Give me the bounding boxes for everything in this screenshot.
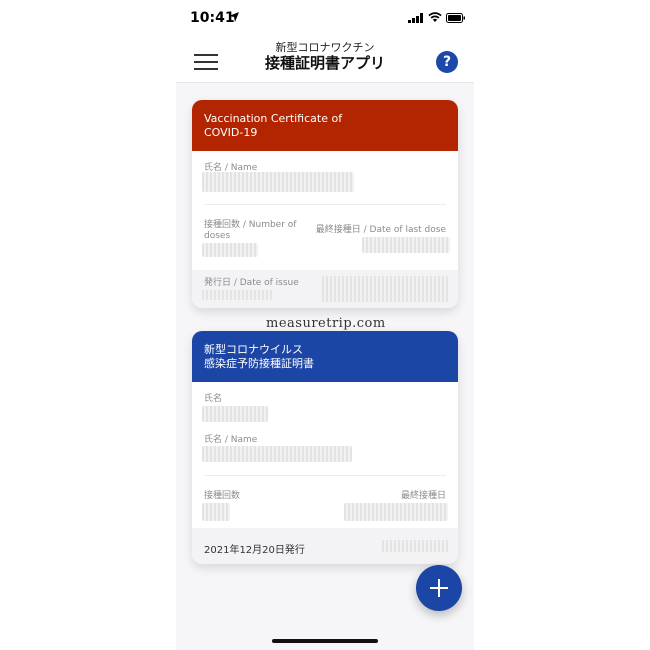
- location-arrow-icon: [229, 12, 239, 22]
- last-dose-label: 最終接種日 / Date of last dose: [315, 225, 446, 235]
- last-dose-value-redacted: [344, 503, 448, 521]
- card-footer: 発行日 / Date of issue: [192, 270, 458, 308]
- cellular-signal-icon: [408, 13, 423, 23]
- certificate-card-domestic[interactable]: 新型コロナウイルス 感染症予防接種証明書 氏名 氏名 / Name 接種回数 最…: [192, 331, 458, 564]
- name-jp-value-redacted: [202, 406, 268, 422]
- name-label: 氏名 / Name: [204, 435, 258, 445]
- issue-label: 発行日 / Date of issue: [204, 278, 299, 288]
- divider: [204, 475, 446, 476]
- doses-label-line1: 接種回数 / Number of: [204, 220, 297, 230]
- last-dose-value-redacted: [362, 237, 450, 253]
- app-header: 新型コロナワクチン 接種証明書アプリ ?: [176, 34, 474, 83]
- qr-preview-redacted: [322, 276, 448, 302]
- app-title: 接種証明書アプリ: [264, 54, 385, 72]
- certificate-card-international[interactable]: Vaccination Certificate of COVID-19 氏名 /…: [192, 100, 458, 308]
- last-dose-label: 最終接種日: [400, 491, 446, 501]
- add-certificate-button[interactable]: [416, 565, 462, 611]
- footer-value-redacted: [382, 540, 450, 552]
- watermark-text: measuretrip.com: [266, 316, 386, 331]
- card-header-line2: 感染症予防接種証明書: [204, 357, 314, 370]
- home-indicator: [272, 639, 378, 643]
- issued-date-text: 2021年12月20日発行: [204, 545, 305, 556]
- battery-icon: [446, 13, 465, 23]
- help-icon[interactable]: ?: [436, 51, 458, 73]
- status-bar: 10:41: [176, 0, 474, 34]
- card-header: 新型コロナウイルス 感染症予防接種証明書: [192, 331, 458, 382]
- doses-label-line2: doses: [204, 231, 231, 241]
- issue-value-redacted: [202, 290, 272, 300]
- divider: [204, 204, 446, 205]
- name-value-redacted: [202, 172, 354, 192]
- doses-value-redacted: [202, 243, 258, 257]
- doses-label: 接種回数: [204, 491, 241, 501]
- name-jp-label: 氏名: [204, 394, 223, 404]
- card-header-line1: 新型コロナウイルス: [204, 343, 303, 356]
- doses-value-redacted: [202, 503, 230, 521]
- card-footer: 2021年12月20日発行: [192, 528, 458, 564]
- doses-label: 接種回数 / Number of doses: [204, 220, 296, 242]
- card-header-line2: COVID-19: [204, 126, 258, 139]
- card-header: Vaccination Certificate of COVID-19: [192, 100, 458, 151]
- name-value-redacted: [202, 446, 352, 462]
- card-header-line1: Vaccination Certificate of: [204, 112, 343, 125]
- wifi-icon: [428, 12, 442, 22]
